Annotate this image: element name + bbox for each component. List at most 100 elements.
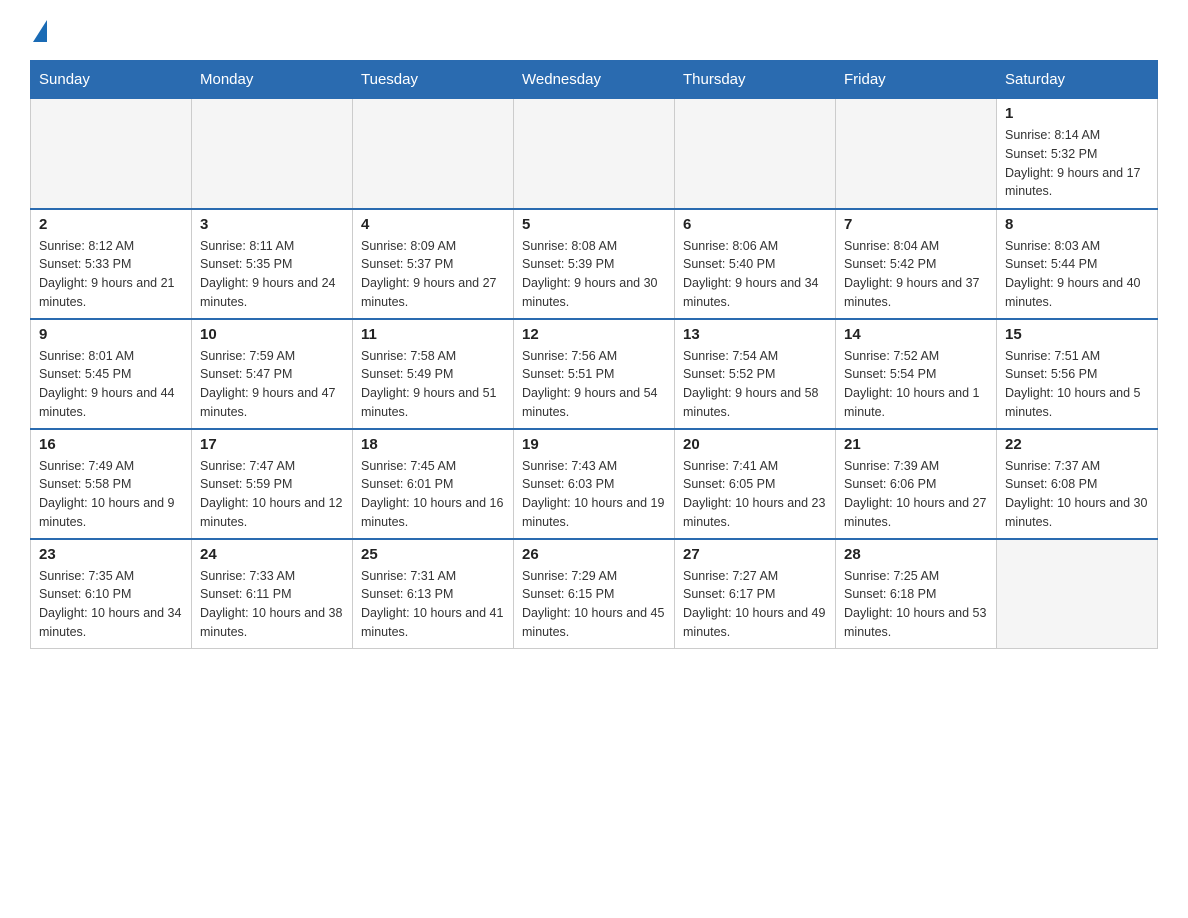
calendar-day-cell: 15 Sunrise: 7:51 AM Sunset: 5:56 PM Dayli… (997, 319, 1158, 429)
calendar-day-cell: 8 Sunrise: 8:03 AM Sunset: 5:44 PM Daylig… (997, 209, 1158, 319)
weekday-header-thursday: Thursday (675, 61, 836, 99)
day-info: Sunrise: 8:01 AM Sunset: 5:45 PM Dayligh… (39, 347, 183, 422)
day-info: Sunrise: 7:43 AM Sunset: 6:03 PM Dayligh… (522, 457, 666, 532)
day-info: Sunrise: 7:27 AM Sunset: 6:17 PM Dayligh… (683, 567, 827, 642)
calendar-day-cell: 10 Sunrise: 7:59 AM Sunset: 5:47 PM Dayli… (192, 319, 353, 429)
calendar-day-cell: 5 Sunrise: 8:08 AM Sunset: 5:39 PM Daylig… (514, 209, 675, 319)
weekday-header-monday: Monday (192, 61, 353, 99)
calendar-day-cell: 14 Sunrise: 7:52 AM Sunset: 5:54 PM Dayli… (836, 319, 997, 429)
calendar-week-row: 1 Sunrise: 8:14 AM Sunset: 5:32 PM Daylig… (31, 99, 1158, 209)
calendar-day-cell: 19 Sunrise: 7:43 AM Sunset: 6:03 PM Dayli… (514, 429, 675, 539)
calendar-day-cell: 13 Sunrise: 7:54 AM Sunset: 5:52 PM Dayli… (675, 319, 836, 429)
day-number: 6 (683, 216, 827, 233)
calendar-day-cell: 12 Sunrise: 7:56 AM Sunset: 5:51 PM Dayli… (514, 319, 675, 429)
calendar-day-cell: 7 Sunrise: 8:04 AM Sunset: 5:42 PM Daylig… (836, 209, 997, 319)
day-number: 17 (200, 436, 344, 453)
weekday-header-friday: Friday (836, 61, 997, 99)
calendar-day-cell: 2 Sunrise: 8:12 AM Sunset: 5:33 PM Daylig… (31, 209, 192, 319)
day-number: 24 (200, 546, 344, 563)
day-number: 15 (1005, 326, 1149, 343)
day-number: 27 (683, 546, 827, 563)
day-number: 28 (844, 546, 988, 563)
day-number: 11 (361, 326, 505, 343)
day-info: Sunrise: 8:11 AM Sunset: 5:35 PM Dayligh… (200, 237, 344, 312)
day-number: 16 (39, 436, 183, 453)
day-number: 7 (844, 216, 988, 233)
day-number: 18 (361, 436, 505, 453)
day-number: 23 (39, 546, 183, 563)
day-info: Sunrise: 8:14 AM Sunset: 5:32 PM Dayligh… (1005, 126, 1149, 201)
day-info: Sunrise: 7:59 AM Sunset: 5:47 PM Dayligh… (200, 347, 344, 422)
day-number: 10 (200, 326, 344, 343)
day-number: 22 (1005, 436, 1149, 453)
logo (30, 20, 47, 44)
day-info: Sunrise: 8:04 AM Sunset: 5:42 PM Dayligh… (844, 237, 988, 312)
calendar-day-cell: 9 Sunrise: 8:01 AM Sunset: 5:45 PM Daylig… (31, 319, 192, 429)
day-info: Sunrise: 7:41 AM Sunset: 6:05 PM Dayligh… (683, 457, 827, 532)
calendar-day-cell: 23 Sunrise: 7:35 AM Sunset: 6:10 PM Dayli… (31, 539, 192, 649)
day-number: 4 (361, 216, 505, 233)
day-info: Sunrise: 8:03 AM Sunset: 5:44 PM Dayligh… (1005, 237, 1149, 312)
day-number: 20 (683, 436, 827, 453)
calendar-week-row: 2 Sunrise: 8:12 AM Sunset: 5:33 PM Daylig… (31, 209, 1158, 319)
calendar-header-row: SundayMondayTuesdayWednesdayThursdayFrid… (31, 61, 1158, 99)
day-info: Sunrise: 7:33 AM Sunset: 6:11 PM Dayligh… (200, 567, 344, 642)
calendar-day-cell: 4 Sunrise: 8:09 AM Sunset: 5:37 PM Daylig… (353, 209, 514, 319)
calendar-day-cell: 16 Sunrise: 7:49 AM Sunset: 5:58 PM Dayli… (31, 429, 192, 539)
day-number: 12 (522, 326, 666, 343)
day-number: 3 (200, 216, 344, 233)
calendar-day-cell: 6 Sunrise: 8:06 AM Sunset: 5:40 PM Daylig… (675, 209, 836, 319)
day-info: Sunrise: 7:45 AM Sunset: 6:01 PM Dayligh… (361, 457, 505, 532)
calendar-day-cell: 24 Sunrise: 7:33 AM Sunset: 6:11 PM Dayli… (192, 539, 353, 649)
weekday-header-sunday: Sunday (31, 61, 192, 99)
day-info: Sunrise: 8:12 AM Sunset: 5:33 PM Dayligh… (39, 237, 183, 312)
calendar-day-cell: 11 Sunrise: 7:58 AM Sunset: 5:49 PM Dayli… (353, 319, 514, 429)
day-number: 21 (844, 436, 988, 453)
day-number: 14 (844, 326, 988, 343)
calendar-day-cell: 22 Sunrise: 7:37 AM Sunset: 6:08 PM Dayli… (997, 429, 1158, 539)
calendar-day-cell: 17 Sunrise: 7:47 AM Sunset: 5:59 PM Dayli… (192, 429, 353, 539)
calendar-day-cell (997, 539, 1158, 649)
day-info: Sunrise: 8:06 AM Sunset: 5:40 PM Dayligh… (683, 237, 827, 312)
day-info: Sunrise: 7:49 AM Sunset: 5:58 PM Dayligh… (39, 457, 183, 532)
calendar-week-row: 16 Sunrise: 7:49 AM Sunset: 5:58 PM Dayli… (31, 429, 1158, 539)
day-number: 1 (1005, 105, 1149, 122)
day-info: Sunrise: 7:37 AM Sunset: 6:08 PM Dayligh… (1005, 457, 1149, 532)
calendar-day-cell (192, 99, 353, 209)
calendar-day-cell (514, 99, 675, 209)
day-number: 8 (1005, 216, 1149, 233)
calendar-table: SundayMondayTuesdayWednesdayThursdayFrid… (30, 60, 1158, 649)
calendar-day-cell: 21Sunrise: 7:39 AM Sunset: 6:06 PM Dayli… (836, 429, 997, 539)
logo-triangle-icon (33, 20, 47, 42)
calendar-day-cell: 25Sunrise: 7:31 AM Sunset: 6:13 PM Dayli… (353, 539, 514, 649)
day-info: Sunrise: 7:35 AM Sunset: 6:10 PM Dayligh… (39, 567, 183, 642)
day-info: Sunrise: 7:31 AM Sunset: 6:13 PM Dayligh… (361, 567, 505, 642)
day-info: Sunrise: 7:51 AM Sunset: 5:56 PM Dayligh… (1005, 347, 1149, 422)
calendar-day-cell (675, 99, 836, 209)
day-info: Sunrise: 7:52 AM Sunset: 5:54 PM Dayligh… (844, 347, 988, 422)
day-info: Sunrise: 7:56 AM Sunset: 5:51 PM Dayligh… (522, 347, 666, 422)
day-info: Sunrise: 7:58 AM Sunset: 5:49 PM Dayligh… (361, 347, 505, 422)
day-info: Sunrise: 7:54 AM Sunset: 5:52 PM Dayligh… (683, 347, 827, 422)
calendar-day-cell: 26Sunrise: 7:29 AM Sunset: 6:15 PM Dayli… (514, 539, 675, 649)
day-info: Sunrise: 8:08 AM Sunset: 5:39 PM Dayligh… (522, 237, 666, 312)
day-info: Sunrise: 8:09 AM Sunset: 5:37 PM Dayligh… (361, 237, 505, 312)
day-number: 2 (39, 216, 183, 233)
day-info: Sunrise: 7:25 AM Sunset: 6:18 PM Dayligh… (844, 567, 988, 642)
calendar-week-row: 9 Sunrise: 8:01 AM Sunset: 5:45 PM Daylig… (31, 319, 1158, 429)
calendar-day-cell: 28 Sunrise: 7:25 AM Sunset: 6:18 PM Dayli… (836, 539, 997, 649)
calendar-day-cell (836, 99, 997, 209)
calendar-day-cell: 20 Sunrise: 7:41 AM Sunset: 6:05 PM Dayli… (675, 429, 836, 539)
day-number: 13 (683, 326, 827, 343)
calendar-day-cell (31, 99, 192, 209)
day-number: 9 (39, 326, 183, 343)
day-number: 26 (522, 546, 666, 563)
calendar-day-cell: 1 Sunrise: 8:14 AM Sunset: 5:32 PM Daylig… (997, 99, 1158, 209)
day-number: 5 (522, 216, 666, 233)
weekday-header-tuesday: Tuesday (353, 61, 514, 99)
day-info: Sunrise: 7:47 AM Sunset: 5:59 PM Dayligh… (200, 457, 344, 532)
calendar-day-cell: 27 Sunrise: 7:27 AM Sunset: 6:17 PM Dayli… (675, 539, 836, 649)
calendar-day-cell: 18 Sunrise: 7:45 AM Sunset: 6:01 PM Dayli… (353, 429, 514, 539)
calendar-day-cell: 3 Sunrise: 8:11 AM Sunset: 5:35 PM Daylig… (192, 209, 353, 319)
day-number: 19 (522, 436, 666, 453)
